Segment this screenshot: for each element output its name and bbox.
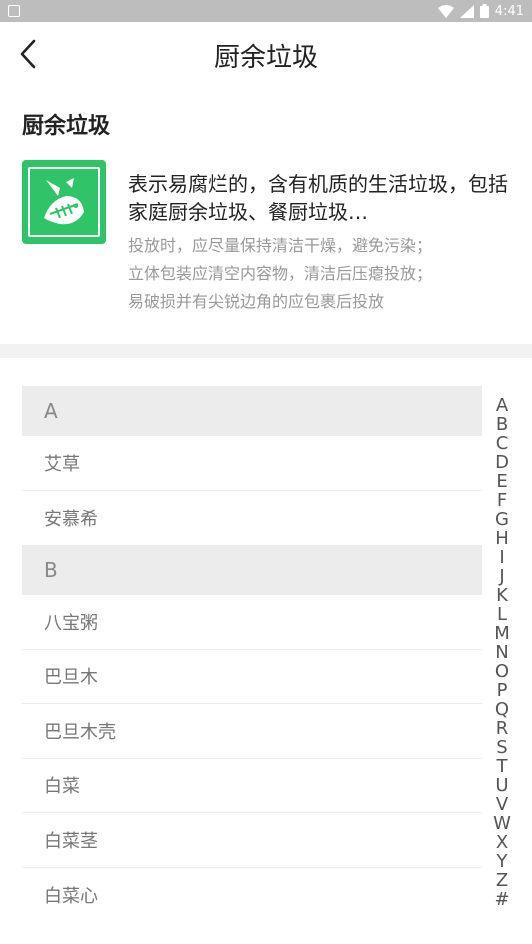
index-letter[interactable]: O xyxy=(495,662,509,681)
index-letter[interactable]: N xyxy=(495,643,508,662)
notification-icon xyxy=(8,5,20,17)
status-bar: 4:41 xyxy=(0,0,532,22)
status-icons: 4:41 xyxy=(437,3,524,19)
item-list[interactable]: A 艾草 安慕希 B 八宝粥 巴旦木 巴旦木壳 白菜 白菜茎 白菜心 xyxy=(22,386,482,922)
index-letter[interactable]: H xyxy=(495,529,509,548)
list-item[interactable]: 白菜心 xyxy=(22,868,482,923)
list-item[interactable]: 艾草 xyxy=(22,436,482,491)
app-bar: 厨余垃圾 xyxy=(0,22,532,88)
index-letter[interactable]: Q xyxy=(495,700,509,719)
index-letter[interactable]: K xyxy=(496,586,508,605)
back-button[interactable] xyxy=(10,36,46,72)
list-item[interactable]: 白菜茎 xyxy=(22,813,482,868)
index-letter[interactable]: G xyxy=(495,510,509,529)
index-letter[interactable]: C xyxy=(496,434,509,453)
index-letter[interactable]: B xyxy=(496,415,508,434)
list-item[interactable]: 白菜 xyxy=(22,759,482,813)
index-letter[interactable]: Y xyxy=(497,852,508,871)
group-header-b: B xyxy=(22,545,482,595)
index-letter[interactable]: P xyxy=(497,681,508,700)
index-letter[interactable]: M xyxy=(494,624,510,643)
index-letter[interactable]: T xyxy=(497,757,508,776)
index-letter[interactable]: Z xyxy=(496,871,508,890)
category-info: 表示易腐烂的，含有机质的生活垃圾，包括家庭厨余垃圾、餐厨垃圾… 投放时，应尽量保… xyxy=(0,140,532,316)
index-letter[interactable]: F xyxy=(497,491,507,510)
index-letter[interactable]: # xyxy=(494,890,509,909)
section-divider xyxy=(0,344,532,358)
category-description: 表示易腐烂的，含有机质的生活垃圾，包括家庭厨余垃圾、餐厨垃圾… xyxy=(128,172,508,224)
signal-icon xyxy=(459,4,474,18)
index-letter[interactable]: L xyxy=(497,605,507,624)
list-item[interactable]: 安慕希 xyxy=(22,491,482,546)
category-title: 厨余垃圾 xyxy=(22,114,111,139)
kitchen-waste-icon xyxy=(22,160,106,244)
index-letter[interactable]: I xyxy=(499,548,504,567)
index-letter[interactable]: E xyxy=(496,472,507,491)
alphabet-index-bar[interactable]: A B C D E F G H I J K L M N O P Q R S T … xyxy=(493,396,511,909)
group-header-a: A xyxy=(22,386,482,436)
index-letter[interactable]: V xyxy=(496,795,508,814)
disposal-tip: 投放时，应尽量保持清洁干燥，避免污染； 立体包装应清空内容物，清洁后压瘪投放； … xyxy=(128,232,510,316)
index-letter[interactable]: R xyxy=(496,719,509,738)
back-arrow-icon xyxy=(20,39,36,69)
index-letter[interactable]: D xyxy=(495,453,509,472)
page-title: 厨余垃圾 xyxy=(213,42,318,73)
list-item[interactable]: 巴旦木壳 xyxy=(22,704,482,759)
list-item[interactable]: 巴旦木 xyxy=(22,650,482,704)
disposal-tip-line: 易破损并有尖锐边角的应包裹后投放 xyxy=(128,292,385,311)
list-item[interactable]: 八宝粥 xyxy=(22,595,482,650)
status-time: 4:41 xyxy=(494,3,524,19)
battery-icon xyxy=(479,4,489,18)
item-list-area: A 艾草 安慕希 B 八宝粥 巴旦木 巴旦木壳 白菜 白菜茎 白菜心 A B C… xyxy=(0,386,532,922)
index-letter[interactable]: A xyxy=(496,396,508,415)
index-letter[interactable]: J xyxy=(499,567,504,586)
disposal-tip-line: 投放时，应尽量保持清洁干燥，避免污染； xyxy=(128,236,433,255)
wifi-icon xyxy=(437,4,454,18)
index-letter[interactable]: U xyxy=(495,776,508,795)
index-letter[interactable]: X xyxy=(496,833,508,852)
index-letter[interactable]: W xyxy=(493,814,511,833)
disposal-tip-line: 立体包装应清空内容物，清洁后压瘪投放； xyxy=(128,264,433,283)
index-letter[interactable]: S xyxy=(496,738,507,757)
